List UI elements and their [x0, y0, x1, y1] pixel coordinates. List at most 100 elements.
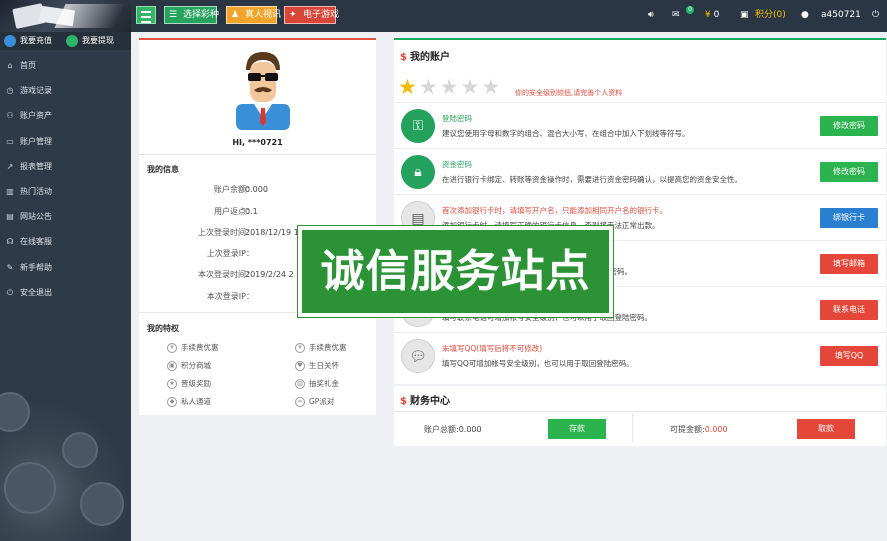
- info-value: 0.1: [245, 207, 258, 216]
- home-icon: ⌂: [7, 61, 13, 70]
- row-desc: 建议您使用字母和数字的组合、混合大小写、在组合中加入下划线等符号。: [442, 129, 690, 138]
- fee-icon: ¥: [295, 343, 305, 353]
- change-login-password-button[interactable]: 修改密码: [820, 116, 878, 136]
- sidebar-item-label: 在线客服: [20, 237, 52, 247]
- sidebar-item-account-management[interactable]: ▭ 账户管理: [0, 129, 131, 154]
- chat-icon: 💬︎: [401, 339, 435, 373]
- withdraw-label: 我要提现: [82, 36, 114, 45]
- account-title-text: 我的账户: [409, 52, 450, 63]
- user-greeting: HI, ***0721: [232, 138, 283, 147]
- info-title: 我的信息: [147, 165, 179, 174]
- sidebar-actions: 我要充值 我要提现: [0, 32, 131, 50]
- finance-title: $ 财务中心: [400, 392, 450, 407]
- privilege-title: 我的特权: [147, 324, 179, 333]
- info-row: 账户余额： 0.000: [139, 183, 376, 197]
- avatar: [236, 52, 290, 130]
- sidebar-item-help[interactable]: ✎ 新手帮助: [0, 255, 131, 280]
- mail-icon[interactable]: ✉: [672, 9, 680, 22]
- chart-icon: ↗: [6, 161, 14, 171]
- mail-badge: 0: [686, 6, 694, 14]
- record-icon: ◷: [6, 86, 14, 96]
- electronic-games-label: 电子游戏: [303, 10, 340, 20]
- sidebar-item-game-records[interactable]: ◷ 游戏记录: [0, 78, 131, 103]
- lock-icon: 🔒︎: [401, 155, 435, 189]
- sidebar-item-support[interactable]: ☊ 在线客服: [0, 229, 131, 254]
- sidebar-item-label: 首页: [20, 61, 36, 70]
- menu-toggle-button[interactable]: [136, 6, 156, 24]
- dollar-icon: $: [400, 396, 407, 407]
- finance-center: $ 财务中心 账户总额:0.000 存款 可提金额:0.000 取款: [394, 386, 886, 446]
- list-icon: ☰: [169, 10, 178, 20]
- star-icon: ★: [418, 75, 438, 99]
- sidebar-item-label: 热门活动: [20, 186, 52, 196]
- row-title: 登陆密码: [442, 114, 472, 123]
- privilege-item[interactable]: ¥ 手续费优惠: [167, 342, 219, 354]
- qq-row: 💬︎ 未填写QQ(填写后将不可修改) 填写QQ可增加帐号安全级别，也可以用于取回…: [394, 332, 886, 378]
- trophy-icon: ★: [167, 379, 177, 389]
- privilege-item[interactable]: ∞ GP派对: [295, 396, 334, 408]
- row-title: 未填写QQ(填写后将不可修改): [442, 344, 543, 353]
- contact-phone-button[interactable]: 联系电话: [820, 300, 878, 320]
- sidebar-item-label: 账户管理: [20, 136, 52, 146]
- help-icon: ✎: [6, 262, 14, 272]
- recharge-label: 我要充值: [20, 36, 52, 45]
- sidebar-item-assets[interactable]: ⚇ 账户资产: [0, 103, 131, 128]
- privilege-label: 私人通道: [181, 397, 211, 406]
- cake-icon: ♥: [295, 361, 305, 371]
- privilege-item[interactable]: ¥ 手续费优惠: [295, 342, 347, 354]
- recharge-icon: [4, 35, 16, 47]
- info-value: 0.000: [245, 185, 268, 194]
- sidebar-item-home[interactable]: ⌂ 首页: [0, 53, 131, 78]
- sidebar-item-label: 报表管理: [20, 161, 52, 171]
- withdraw-icon: [66, 35, 78, 47]
- privilege-item[interactable]: ★ 晋级奖励: [167, 378, 211, 390]
- sidebar-item-label: 账户资产: [20, 111, 52, 121]
- channel-icon: ◆: [167, 397, 177, 407]
- privilege-label: 抽奖礼金: [309, 379, 339, 388]
- row-title: 资金密码: [442, 160, 472, 169]
- available-label: 可提金额:: [670, 425, 705, 434]
- power-icon: ⏻: [6, 287, 14, 297]
- change-fund-password-button[interactable]: 修改密码: [820, 162, 878, 182]
- finance-title-text: 财务中心: [409, 396, 450, 407]
- available-value: 0.000: [704, 425, 728, 434]
- party-icon: ∞: [295, 397, 305, 407]
- withdraw-button[interactable]: 我要提现: [66, 35, 114, 47]
- sidebar-item-reports[interactable]: ↗ 报表管理: [0, 154, 131, 179]
- account-title: $ 我的账户: [400, 48, 450, 63]
- select-lottery-label: 选择彩种: [183, 10, 220, 20]
- sidebar-item-promotions[interactable]: ▥ 热门活动: [0, 179, 131, 204]
- fill-email-button[interactable]: 填写邮箱: [820, 254, 878, 274]
- select-lottery-button[interactable]: ☰ 选择彩种: [164, 6, 220, 24]
- star-icon: ★: [481, 75, 501, 99]
- privilege-item[interactable]: ▣ 积分商城: [167, 360, 211, 372]
- privilege-item[interactable]: ♥ 生日关怀: [295, 360, 339, 372]
- volume-icon[interactable]: 🔊︎: [648, 9, 654, 22]
- row-title: 首次添加银行卡时，请填写开户名，只能添加相同开户名的银行卡。: [442, 206, 667, 215]
- folder-icon: ▭: [6, 136, 14, 146]
- star-icon: ★: [460, 75, 480, 99]
- gamepad-icon: ✦: [289, 10, 297, 20]
- logo[interactable]: [0, 0, 131, 32]
- username[interactable]: a450721: [821, 9, 861, 22]
- info-label: 上次登录IP：: [206, 249, 254, 258]
- live-video-button[interactable]: ♟ 真人视讯: [226, 6, 281, 24]
- points-link[interactable]: 积分(0): [755, 9, 786, 22]
- star-icon: ★: [398, 75, 417, 99]
- privilege-item[interactable]: ◆ 私人通道: [167, 396, 211, 408]
- sidebar-item-announcements[interactable]: ▤ 网站公告: [0, 204, 131, 229]
- fill-qq-button[interactable]: 填写QQ: [820, 346, 878, 366]
- deposit-button[interactable]: 存款: [548, 419, 606, 439]
- bind-bank-card-button[interactable]: 绑银行卡: [820, 208, 878, 228]
- key-icon: ⚿: [401, 109, 435, 143]
- security-stars: ★★★★★: [398, 75, 502, 99]
- privilege-label: GP派对: [309, 397, 335, 406]
- privilege-label: 晋级奖励: [181, 379, 211, 388]
- withdraw-money-button[interactable]: 取款: [797, 419, 855, 439]
- privilege-item[interactable]: ▥ 抽奖礼金: [295, 378, 339, 390]
- electronic-games-button[interactable]: ✦ 电子游戏: [284, 6, 340, 24]
- sidebar-item-logout[interactable]: ⏻ 安全退出: [0, 280, 131, 305]
- recharge-button[interactable]: 我要充值: [4, 35, 52, 47]
- dollar-icon: $: [400, 52, 407, 63]
- power-icon[interactable]: ⏻: [872, 9, 879, 22]
